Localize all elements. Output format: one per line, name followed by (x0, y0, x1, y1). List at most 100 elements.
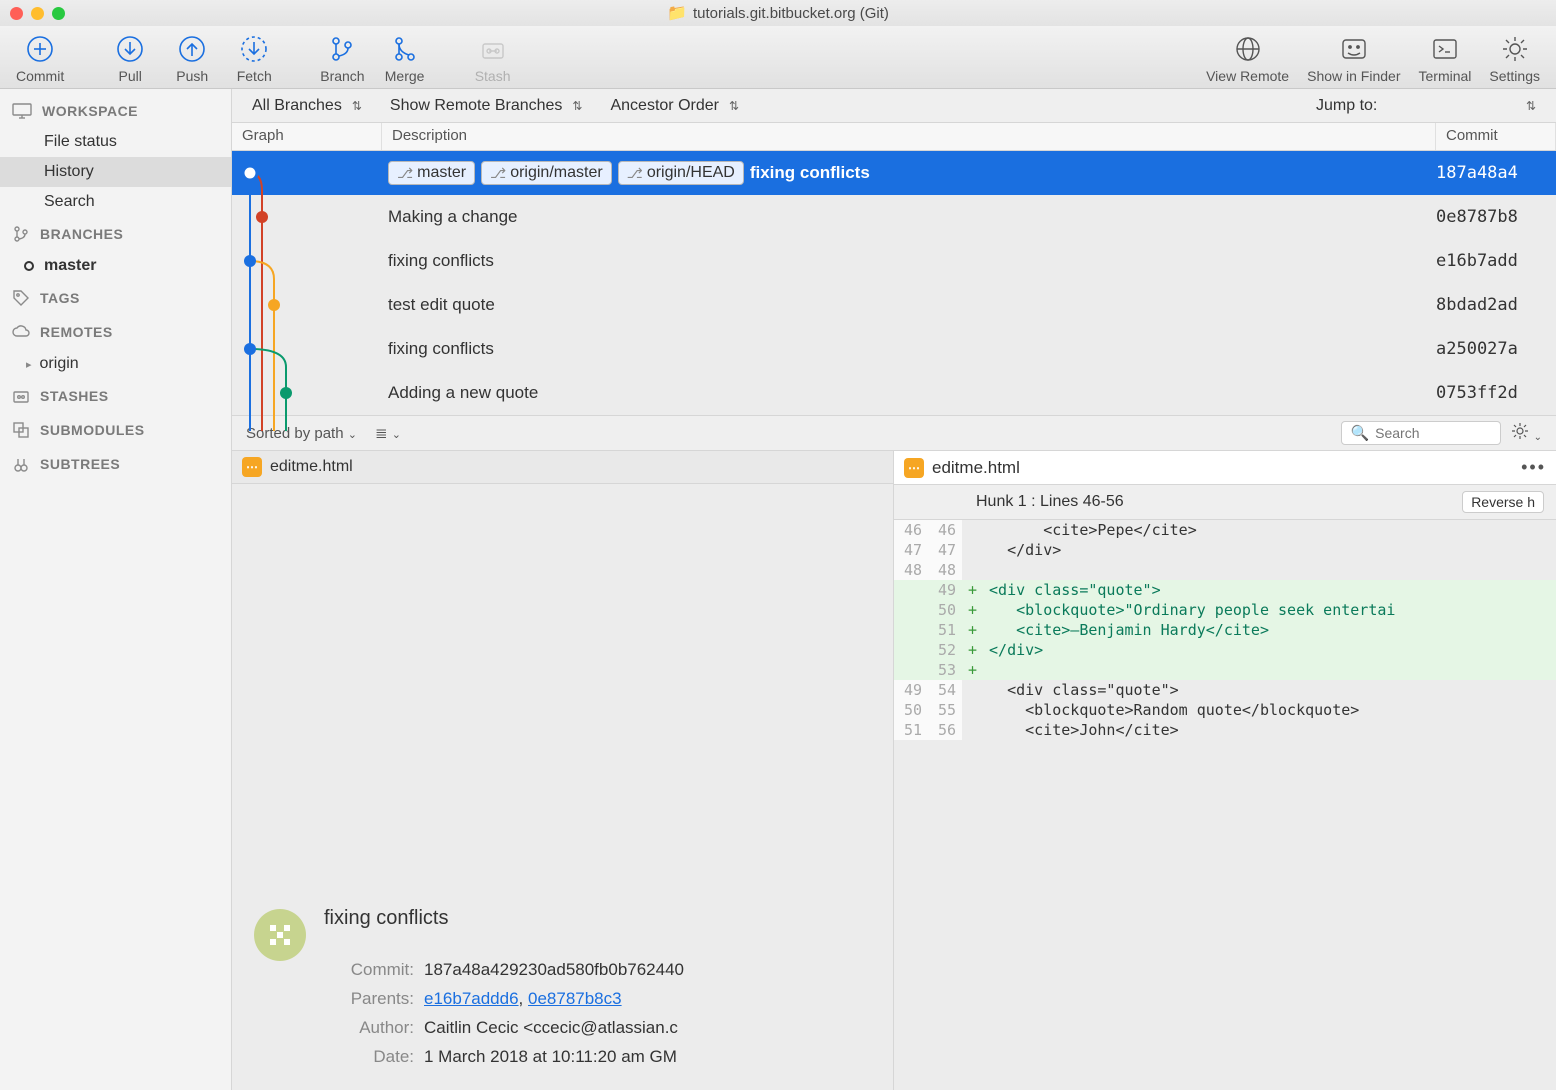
filter-all-branches[interactable]: All Branches⇅ (252, 97, 362, 115)
diff-line[interactable]: 50+ <blockquote>"Ordinary people seek en… (894, 600, 1556, 620)
diff-search[interactable]: 🔍 (1341, 421, 1501, 445)
stash-icon (478, 34, 508, 64)
terminal-button[interactable]: Terminal (1413, 32, 1478, 84)
col-graph[interactable]: Graph (232, 123, 382, 150)
sort-dropdown[interactable]: Sorted by path ⌄ (246, 425, 357, 442)
branch-icon: ⎇ (397, 165, 413, 182)
commit-hash: 187a48a429230ad580fb0b762440 (424, 956, 873, 985)
chevron-updown-icon: ⇅ (1526, 99, 1536, 113)
diff-line[interactable]: 5055 <blockquote>Random quote</blockquot… (894, 700, 1556, 720)
push-button[interactable]: Push (164, 32, 220, 84)
commit-msg: test edit quote (388, 295, 495, 315)
tag-icon (12, 289, 30, 307)
branch-icon (12, 225, 30, 243)
folder-icon: 📁 (667, 3, 687, 23)
commit-list: ⎇master⎇origin/master⎇origin/HEAD fixing … (232, 151, 1556, 415)
sidebar-branch-master[interactable]: master (0, 251, 231, 281)
parent-link-1[interactable]: e16b7addd6 (424, 989, 519, 1008)
view-remote-button[interactable]: View Remote (1200, 32, 1295, 84)
file-header-right: ⋯ editme.html ••• (894, 451, 1556, 485)
branch-tag[interactable]: ⎇origin/master (481, 161, 612, 185)
merge-button[interactable]: Merge (377, 32, 433, 84)
commit-row[interactable]: fixing conflictsa250027a (232, 327, 1556, 371)
diff-line[interactable]: 5156 <cite>John</cite> (894, 720, 1556, 740)
sidebar-remote-origin[interactable]: ▸ origin (0, 349, 231, 379)
filter-show-remote[interactable]: Show Remote Branches⇅ (390, 97, 583, 115)
diff-line[interactable]: 52+</div> (894, 640, 1556, 660)
pull-icon (115, 34, 145, 64)
filter-bar: All Branches⇅ Show Remote Branches⇅ Ance… (232, 89, 1556, 123)
fetch-button[interactable]: Fetch (226, 32, 282, 84)
sidebar-section-workspace[interactable]: WORKSPACE (0, 95, 231, 127)
sidebar-section-submodules[interactable]: SUBMODULES (0, 413, 231, 447)
chevron-right-icon: ▸ (26, 358, 32, 371)
commit-icon (25, 34, 55, 64)
chevron-down-icon: ⌄ (1534, 432, 1542, 443)
commit-short-hash: 8bdad2ad (1436, 295, 1556, 315)
sidebar-item-history[interactable]: History (0, 157, 231, 187)
sidebar-section-stashes[interactable]: STASHES (0, 379, 231, 413)
filter-ancestor-order[interactable]: Ancestor Order⇅ (610, 97, 739, 115)
show-in-finder-button[interactable]: Show in Finder (1301, 32, 1406, 84)
sidebar-section-branches[interactable]: BRANCHES (0, 217, 231, 251)
commit-short-hash: e16b7add (1436, 251, 1556, 271)
file-header-left[interactable]: ⋯ editme.html (232, 451, 893, 484)
commit-button[interactable]: Commit (10, 32, 70, 84)
diff-line[interactable]: 4646 <cite>Pepe</cite> (894, 520, 1556, 540)
diff-line[interactable]: 4848 (894, 560, 1556, 580)
commit-message: fixing conflicts (324, 907, 873, 930)
sidebar-section-tags[interactable]: TAGS (0, 281, 231, 315)
diff-content[interactable]: 4646 <cite>Pepe</cite>4747 </div>4848 49… (894, 520, 1556, 1090)
branch-icon: ⎇ (627, 165, 643, 182)
branch-tag[interactable]: ⎇master (388, 161, 475, 185)
stash-icon (12, 387, 30, 405)
commit-row[interactable]: ⎇master⎇origin/master⎇origin/HEADfixing … (232, 151, 1556, 195)
view-mode-dropdown[interactable]: ≣ ⌄ (375, 424, 401, 442)
search-icon: 🔍 (1350, 424, 1369, 442)
label-author: Author: (324, 1014, 414, 1043)
commit-row[interactable]: fixing conflicts e16b7add (232, 239, 1556, 283)
diff-line[interactable]: 4747 </div> (894, 540, 1556, 560)
branch-button[interactable]: Branch (314, 32, 370, 84)
label-parents: Parents: (324, 985, 414, 1014)
diff-line[interactable]: 53+ (894, 660, 1556, 680)
diff-line[interactable]: 49+<div class="quote"> (894, 580, 1556, 600)
parent-link-2[interactable]: 0e8787b8c3 (528, 989, 622, 1008)
commit-details-pane: ⋯ editme.html fixing conflicts Commit:18… (232, 451, 894, 1090)
hunk-label: Hunk 1 : Lines 46-56 (976, 493, 1124, 511)
branch-tag[interactable]: ⎇origin/HEAD (618, 161, 744, 185)
submodules-icon (12, 421, 30, 439)
sidebar-item-file-status[interactable]: File status (0, 127, 231, 157)
commit-row[interactable]: Making a change0e8787b8 (232, 195, 1556, 239)
branch-icon: ⎇ (490, 165, 506, 182)
diff-settings[interactable]: ⌄ (1511, 422, 1542, 444)
pull-button[interactable]: Pull (102, 32, 158, 84)
filter-jump-to[interactable]: Jump to:⇅ (1316, 97, 1536, 115)
sidebar-section-subtrees[interactable]: SUBTREES (0, 447, 231, 481)
col-description[interactable]: Description (382, 123, 1436, 150)
finder-icon (1339, 34, 1369, 64)
commit-row[interactable]: test edit quote 8bdad2ad (232, 283, 1556, 327)
chevron-updown-icon: ⇅ (352, 99, 362, 113)
window-title: tutorials.git.bitbucket.org (Git) (693, 5, 889, 22)
author-avatar (252, 907, 308, 963)
reverse-hunk-button[interactable]: Reverse h (1462, 491, 1544, 513)
titlebar: 📁 tutorials.git.bitbucket.org (Git) (0, 0, 1556, 26)
commit-msg: fixing conflicts (388, 251, 494, 271)
diff-line[interactable]: 51+ <cite>—Benjamin Hardy</cite> (894, 620, 1556, 640)
more-icon[interactable]: ••• (1521, 457, 1546, 478)
diff-pane: ⋯ editme.html ••• Hunk 1 : Lines 46-56 R… (894, 451, 1556, 1090)
stash-button[interactable]: Stash (465, 32, 521, 84)
label-date: Date: (324, 1043, 414, 1072)
col-commit[interactable]: Commit (1436, 123, 1556, 150)
diff-search-input[interactable] (1375, 425, 1492, 441)
settings-button[interactable]: Settings (1483, 32, 1546, 84)
chevron-updown-icon: ⇅ (729, 99, 739, 113)
sidebar-section-remotes[interactable]: REMOTES (0, 315, 231, 349)
toolbar: Commit Pull Push Fetch Branch Merge Stas… (0, 26, 1556, 89)
sidebar-item-search[interactable]: Search (0, 187, 231, 217)
hunk-header: Hunk 1 : Lines 46-56 Reverse h (894, 485, 1556, 520)
commit-row[interactable]: Adding a new quote0753ff2d (232, 371, 1556, 415)
diff-line[interactable]: 4954 <div class="quote"> (894, 680, 1556, 700)
commit-short-hash: a250027a (1436, 339, 1556, 359)
